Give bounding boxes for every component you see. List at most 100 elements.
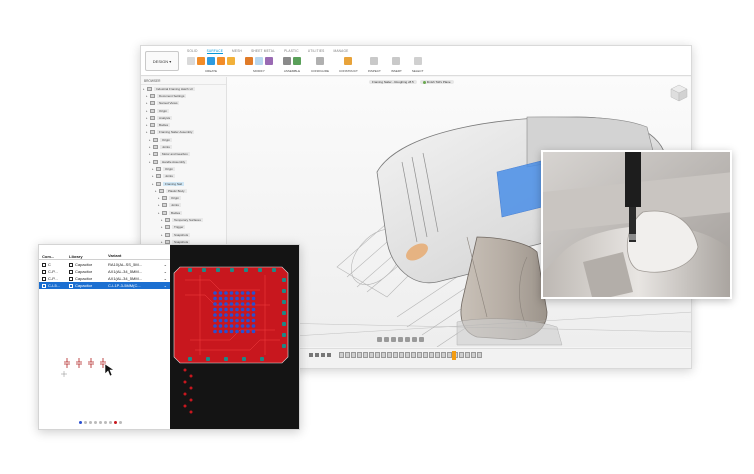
pager-dot[interactable] [84,421,87,424]
chevron-down-icon[interactable]: ⌄ [164,262,167,267]
browser-item[interactable]: ▸ Handle Assembly [141,158,226,165]
grid-icon[interactable] [412,337,417,342]
pcb-board-view[interactable] [170,245,300,430]
browser-item[interactable]: ▸ Bodies [141,121,226,128]
column-variant[interactable]: Variant [106,253,170,259]
tab-manage[interactable]: MANAGE [333,49,348,54]
pager-dot[interactable] [79,421,82,424]
timeline-feature-icon[interactable] [471,352,476,358]
pager-dot[interactable] [94,421,97,424]
pager-dot[interactable] [119,421,122,424]
patch-icon[interactable] [227,57,235,65]
timeline-feature-icon[interactable] [465,352,470,358]
browser-item[interactable]: ▸ Industrial Framing Hatch v3 [141,85,226,92]
viewcube-icon[interactable] [669,83,689,103]
browser-item[interactable]: ▸ Motor and Gearbox [141,151,226,158]
pager-dot[interactable] [114,421,117,424]
group-assemble[interactable]: ASSEMBLE [283,55,301,73]
fit-icon[interactable] [398,337,403,342]
fillet-icon[interactable] [245,57,253,65]
plane-icon[interactable] [344,57,353,65]
loft-icon[interactable] [217,57,225,65]
revolve-icon[interactable] [197,57,205,65]
workspace-dropdown[interactable]: DESIGN ▾ [145,51,179,71]
browser-item[interactable]: ▸ Named Views [141,100,226,107]
browser-item[interactable]: ▸ Origin [141,107,226,114]
configure-table-icon[interactable] [316,57,324,65]
prev-step-icon[interactable] [315,353,319,357]
display-settings-icon[interactable] [405,337,410,342]
timeline-marker[interactable] [452,351,456,360]
chevron-down-icon[interactable]: ⌄ [164,276,167,281]
measure-icon[interactable] [370,57,379,65]
group-configure[interactable]: CONFIGURE [311,55,329,73]
timeline-feature-icon[interactable] [429,352,434,358]
play-icon[interactable] [321,353,325,357]
timeline-feature-icon[interactable] [387,352,392,358]
pager-dot[interactable] [89,421,92,424]
browser-item[interactable]: ▸ Origin [141,136,226,143]
browser-item[interactable]: ▸ Framing Nail [141,180,226,187]
timeline-feature-icon[interactable] [405,352,410,358]
timeline-feature-icon[interactable] [441,352,446,358]
document-tab-roughing[interactable]: Framing Nailer - Roughing v8.5 [369,80,417,84]
browser-item[interactable]: ▸ Joints [141,202,226,209]
timeline-feature-icon[interactable] [339,352,344,358]
browser-item[interactable]: ▸ Document Settings [141,92,226,99]
timeline-feature-icon[interactable] [411,352,416,358]
browser-item[interactable]: ▸ Temporary Surfaces [141,216,226,223]
timeline-feature-icon[interactable] [375,352,380,358]
browser-item[interactable]: ▸ Origin [141,165,226,172]
tab-solid[interactable]: SOLID [187,49,198,54]
tab-mesh[interactable]: MESH [232,49,242,54]
zoom-icon[interactable] [391,337,396,342]
insert-icon[interactable] [392,57,401,65]
table-row[interactable]: C-P... Capacitor AX1(AL-34_5MM... ⌄ [39,268,170,275]
group-construct[interactable]: CONSTRUCT [339,55,358,73]
pager-dot[interactable] [109,421,112,424]
pan-icon[interactable] [384,337,389,342]
timeline-feature-icon[interactable] [393,352,398,358]
timeline-feature-icon[interactable] [477,352,482,358]
extrude-icon[interactable] [187,57,195,65]
joint-icon[interactable] [293,57,301,65]
browser-item[interactable]: ▸ Joints [141,173,226,180]
tab-surface[interactable]: SURFACE [206,49,224,54]
group-inspect[interactable]: INSPECT [368,55,381,73]
pager-dot[interactable] [99,421,102,424]
table-row[interactable]: C Capacitor RA10(AL-SS_5M... ⌄ [39,261,170,268]
timeline-feature-icon[interactable] [417,352,422,358]
column-library[interactable]: Library [67,253,106,259]
orbit-icon[interactable] [377,337,382,342]
next-step-icon[interactable] [327,353,331,357]
trim-icon[interactable] [255,57,263,65]
timeline-feature-icon[interactable] [345,352,350,358]
select-icon[interactable] [413,57,422,65]
chevron-down-icon[interactable]: ⌄ [164,283,167,288]
timeline-feature-icon[interactable] [363,352,368,358]
browser-item[interactable]: ▸ Snapshots [141,231,226,238]
timeline-feature-icon[interactable] [423,352,428,358]
timeline-feature-icon[interactable] [381,352,386,358]
table-row[interactable]: C-P... Capacitor AX1(AL-34_5MM... ⌄ [39,275,170,282]
browser-item[interactable]: ▸ Trigger [141,224,226,231]
timeline-feature-icon[interactable] [357,352,362,358]
browser-item[interactable]: ▸ Plastic Body [141,187,226,194]
timeline-feature-icon[interactable] [369,352,374,358]
pager-dot[interactable] [104,421,107,424]
stitch-icon[interactable] [265,57,273,65]
browser-item[interactable]: ▸ Joints [141,143,226,150]
timeline-feature-icon[interactable] [459,352,464,358]
browser-item[interactable]: ▸ Framing Nailer Assembly [141,129,226,136]
first-step-icon[interactable] [309,353,313,357]
viewports-icon[interactable] [419,337,424,342]
chevron-down-icon[interactable]: ⌄ [164,269,167,274]
sweep-icon[interactable] [207,57,215,65]
group-insert[interactable]: INSERT [391,55,402,73]
document-tab-finish[interactable]: Finish Toll's Plane [419,80,454,84]
browser-item[interactable]: ▸ Origin [141,194,226,201]
pcb-board[interactable] [170,245,300,430]
group-create[interactable]: CREATE [187,55,235,73]
timeline-feature-icon[interactable] [399,352,404,358]
browser-item[interactable]: ▸ Bodies [141,209,226,216]
